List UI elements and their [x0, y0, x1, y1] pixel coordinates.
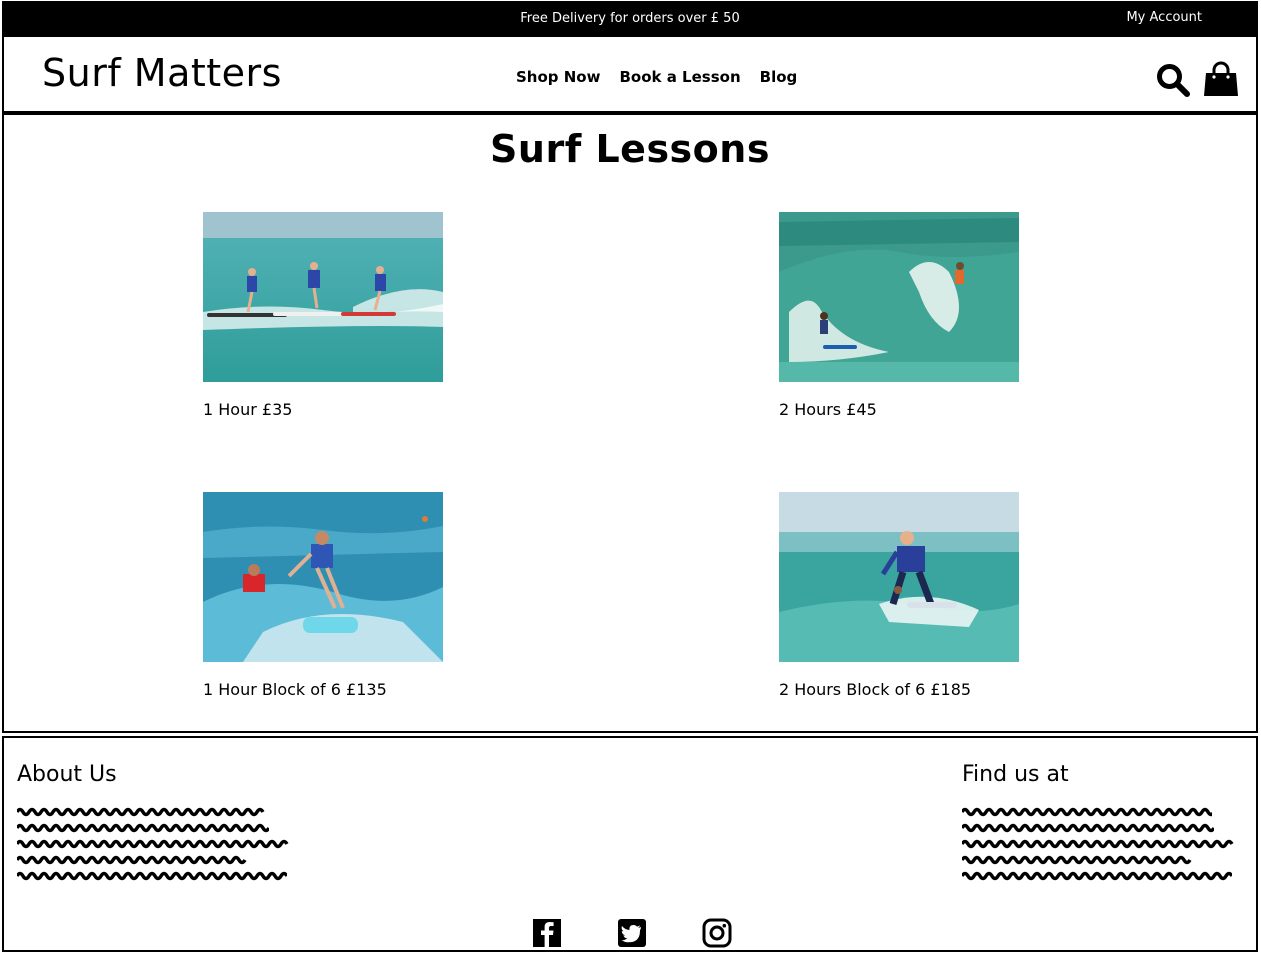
placeholder-text-line: [17, 855, 247, 865]
find-us-section: Find us at: [962, 762, 1252, 885]
lesson-photo: [779, 492, 1019, 662]
instagram-icon[interactable]: [702, 918, 732, 948]
main-nav: Shop Now Book a Lesson Blog: [516, 68, 797, 86]
placeholder-text-line: [17, 807, 265, 817]
site-footer: About Us Find us at: [2, 736, 1258, 952]
placeholder-text-line: [962, 839, 1234, 849]
placeholder-text-line: [17, 839, 289, 849]
placeholder-text-line: [962, 855, 1192, 865]
lesson-label: 1 Hour £35: [203, 400, 293, 419]
lesson-label: 1 Hour Block of 6 £135: [203, 680, 387, 699]
placeholder-text-line: [962, 807, 1212, 817]
site-logo[interactable]: Surf Matters: [42, 51, 282, 95]
about-us-section: About Us: [17, 762, 307, 885]
site-header: Surf Matters Shop Now Book a Lesson Blog: [2, 37, 1258, 113]
find-us-heading: Find us at: [962, 762, 1069, 787]
lesson-card-2[interactable]: 2 Hours £45: [779, 212, 1019, 419]
placeholder-text-line: [962, 823, 1214, 833]
placeholder-text-line: [17, 871, 287, 881]
promo-bar: Free Delivery for orders over £ 50 My Ac…: [2, 1, 1258, 37]
lesson-card-3[interactable]: 1 Hour Block of 6 £135: [203, 492, 443, 699]
about-us-heading: About Us: [17, 762, 117, 787]
lesson-card-1[interactable]: 1 Hour £35: [203, 212, 443, 419]
lesson-label: 2 Hours Block of 6 £185: [779, 680, 972, 699]
nav-shop-now[interactable]: Shop Now: [516, 68, 600, 86]
placeholder-text-line: [962, 871, 1232, 881]
search-icon[interactable]: [1156, 63, 1190, 97]
placeholder-text-line: [17, 823, 269, 833]
lesson-photo: [203, 212, 443, 382]
nav-blog[interactable]: Blog: [760, 68, 798, 86]
lesson-card-4[interactable]: 2 Hours Block of 6 £185: [779, 492, 1019, 699]
shopping-bag-icon[interactable]: [1203, 61, 1239, 97]
promo-text: Free Delivery for orders over £ 50: [520, 11, 740, 26]
lessons-section: Surf Lessons 1 Hour £35 2 Hours £45 1 Ho…: [2, 113, 1258, 733]
nav-book-a-lesson[interactable]: Book a Lesson: [619, 68, 740, 86]
facebook-icon[interactable]: [532, 918, 562, 948]
lesson-photo: [203, 492, 443, 662]
lesson-label: 2 Hours £45: [779, 400, 877, 419]
my-account-link[interactable]: My Account: [1126, 10, 1202, 25]
page-title: Surf Lessons: [490, 127, 770, 171]
twitter-icon[interactable]: [617, 918, 647, 948]
lesson-photo: [779, 212, 1019, 382]
